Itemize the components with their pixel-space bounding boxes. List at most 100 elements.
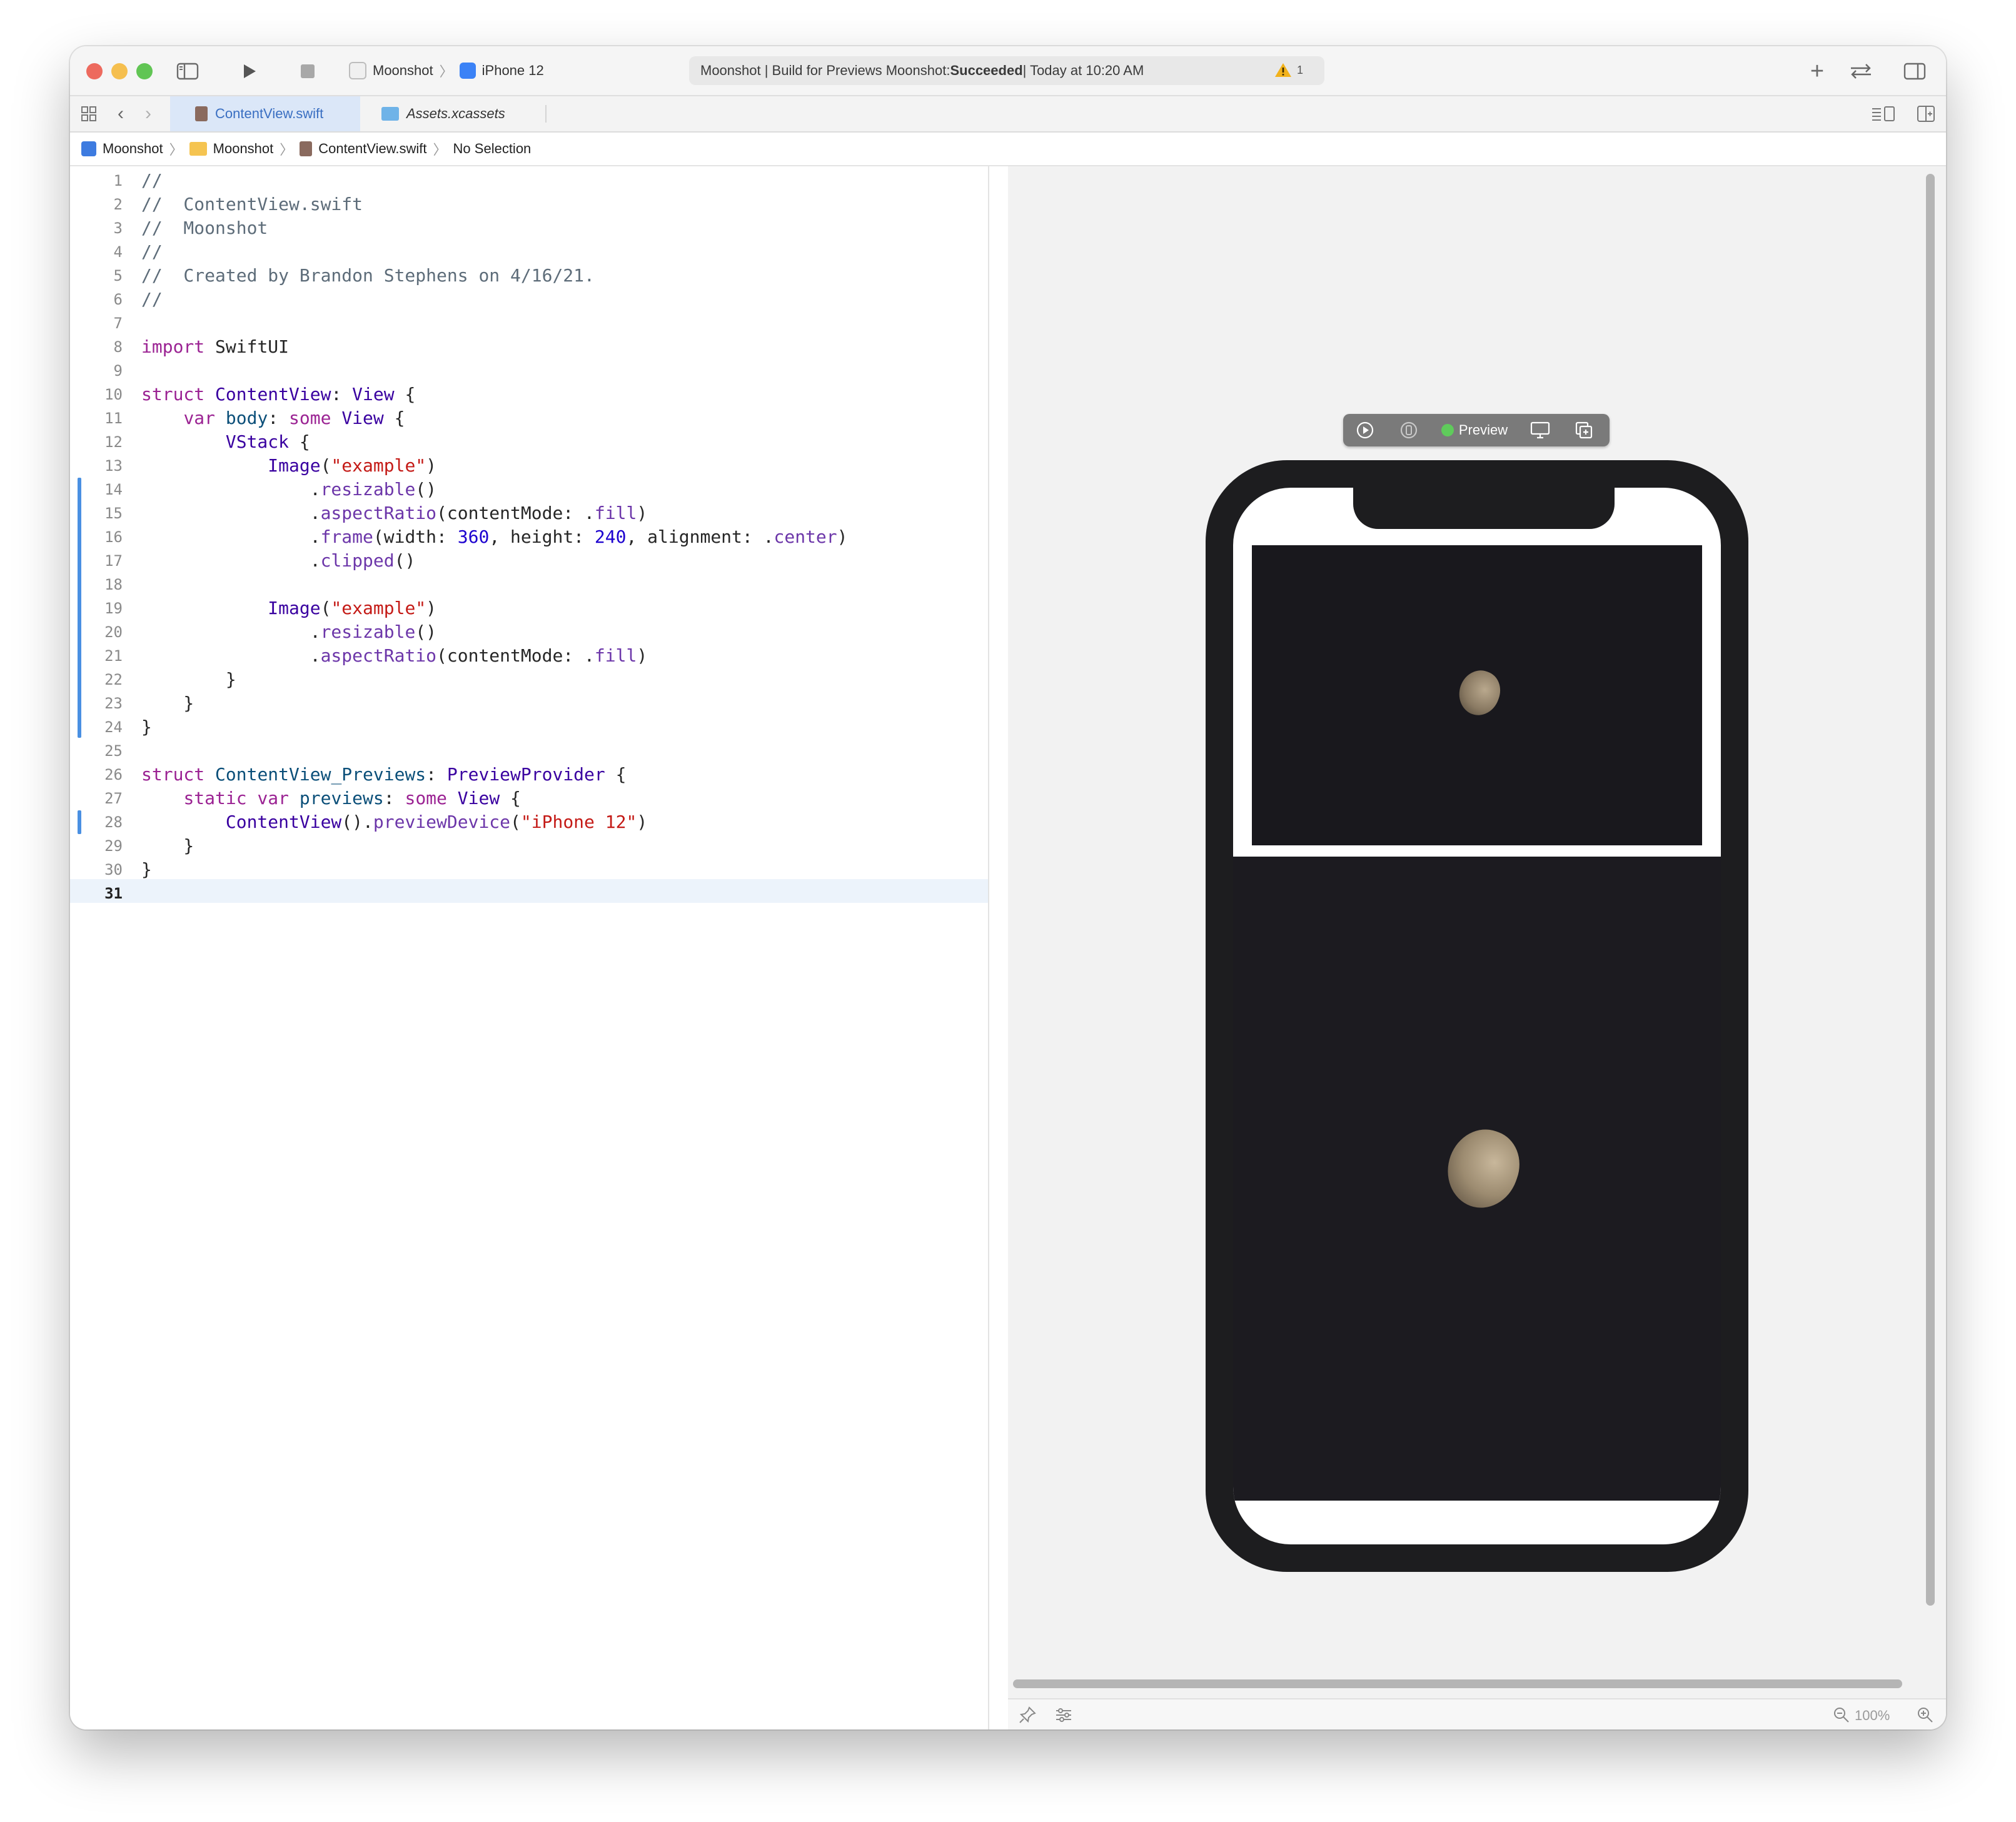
line-number: 10 (104, 386, 123, 403)
code-line[interactable]: 24} (70, 715, 988, 739)
vertical-scrollbar[interactable] (1926, 174, 1935, 1606)
add-icon[interactable]: + (1805, 58, 1830, 84)
code-line[interactable]: 30} (70, 858, 988, 882)
line-number: 21 (104, 647, 123, 665)
code-line[interactable]: 10 struct ContentView: View { (70, 383, 988, 406)
code-text: .resizable() (141, 479, 437, 500)
fill-moon-image (1233, 857, 1721, 1501)
zoom-level[interactable]: 100% (1855, 1708, 1890, 1724)
warning-count: 1 (1297, 64, 1304, 76)
back-icon[interactable]: ‹ (111, 103, 130, 125)
code-line[interactable]: 18 (70, 573, 988, 596)
preview-canvas[interactable]: Preview 100% (1008, 166, 1946, 1729)
code-line[interactable]: 22 } (70, 668, 988, 692)
zoom-out-icon[interactable] (1832, 1706, 1851, 1728)
minimize-window-button[interactable] (111, 63, 128, 79)
moon-image (1453, 665, 1506, 721)
code-text: // (141, 289, 163, 310)
zoom-window-button[interactable] (136, 63, 153, 79)
source-editor[interactable]: 1//2// ContentView.swift 3// Moonshot 4//5… (70, 166, 989, 1729)
add-editor-icon[interactable] (1915, 104, 1937, 124)
code-review-icon[interactable] (1845, 59, 1877, 84)
code-line[interactable]: 8 import SwiftUI (70, 335, 988, 359)
code-line[interactable]: 27 static var previews: some View { (70, 787, 988, 810)
warning-icon[interactable] (1274, 62, 1292, 82)
breadcrumb-selection[interactable]: No Selection (453, 141, 532, 157)
code-text: } (141, 835, 194, 856)
code-line[interactable]: 31 (70, 882, 988, 905)
close-window-button[interactable] (86, 63, 103, 79)
line-number: 3 (113, 219, 123, 237)
adjust-icon[interactable] (1054, 1706, 1073, 1728)
duplicate-preview-icon[interactable] (1562, 420, 1606, 440)
code-line[interactable]: 21 .aspectRatio(contentMode: .fill) (70, 644, 988, 668)
code-line[interactable]: 12 VStack { (70, 430, 988, 454)
code-text: } (141, 693, 194, 713)
status-time: | Today at 10:20 AM (1022, 63, 1144, 78)
code-line[interactable]: 19 Image("example") (70, 596, 988, 620)
code-line[interactable]: 25 (70, 739, 988, 763)
breadcrumb-project[interactable]: Moonshot (103, 141, 163, 157)
scheme-project: Moonshot (373, 63, 433, 78)
code-line[interactable]: 26 struct ContentView_Previews: PreviewPr… (70, 763, 988, 787)
horizontal-scrollbar[interactable] (1013, 1679, 1902, 1688)
breadcrumb-group[interactable]: Moonshot (213, 141, 274, 157)
code-line[interactable]: 5 // Created by Brandon Stephens on 4/16/… (70, 264, 988, 288)
chevron-right-icon: 〉 (169, 142, 183, 158)
canvas-bottom-bar: 100% (1008, 1698, 1946, 1729)
code-line[interactable]: 1 // (70, 169, 988, 193)
tab-assets-xcassets[interactable]: Assets.xcassets (356, 96, 562, 131)
code-line[interactable]: 23 } (70, 692, 988, 715)
code-text: struct ContentView: View { (141, 384, 416, 405)
tab-contentview-swift[interactable]: ContentView.swift (170, 96, 360, 131)
line-number: 6 (113, 291, 123, 308)
status-result: Succeeded (950, 63, 1023, 78)
code-line[interactable]: 20 .resizable() (70, 620, 988, 644)
code-line[interactable]: 28 ContentView().previewDevice("iPhone 1… (70, 810, 988, 834)
line-number: 27 (104, 790, 123, 807)
editor-options-icon[interactable] (1870, 104, 1897, 124)
code-line[interactable]: 4 // (70, 240, 988, 264)
code-line[interactable]: 29 } (70, 834, 988, 858)
scheme-selector[interactable]: Moonshot 〉 iPhone 12 (343, 58, 550, 84)
device-notch (1353, 488, 1615, 529)
preview-toolbar: Preview (1343, 414, 1610, 446)
code-line[interactable]: 13 Image("example") (70, 454, 988, 478)
code-line[interactable]: 17 .clipped() (70, 549, 988, 573)
zoom-in-icon[interactable] (1916, 1706, 1935, 1728)
inspect-preview-icon[interactable] (1518, 421, 1562, 440)
live-preview-icon[interactable] (1343, 420, 1387, 440)
breadcrumb-file[interactable]: ContentView.swift (318, 141, 426, 157)
code-line[interactable]: 16 .frame(width: 360, height: 240, align… (70, 525, 988, 549)
line-number: 30 (104, 861, 123, 878)
line-number: 19 (104, 600, 123, 617)
code-line[interactable]: 15 .aspectRatio(contentMode: .fill) (70, 501, 988, 525)
tab-divider (545, 105, 547, 123)
forward-icon[interactable]: › (139, 103, 158, 125)
run-icon[interactable] (236, 59, 261, 84)
code-line[interactable]: 6 // (70, 288, 988, 311)
navigator-toggle-icon[interactable] (175, 60, 200, 83)
code-line[interactable]: 11 var body: some View { (70, 406, 988, 430)
code-text: // (141, 241, 163, 262)
xcode-window: Moonshot 〉 iPhone 12 Moonshot | Build fo… (70, 46, 1946, 1729)
related-items-icon[interactable] (79, 104, 99, 124)
code-text: // ContentView.swift (141, 194, 363, 214)
code-text: } (141, 859, 152, 880)
inspector-toggle-icon[interactable] (1902, 60, 1927, 83)
code-line[interactable]: 14 .resizable() (70, 478, 988, 501)
line-number: 29 (104, 837, 123, 855)
line-number: 20 (104, 623, 123, 641)
code-line[interactable]: 7 (70, 311, 988, 335)
code-line[interactable]: 3 // Moonshot (70, 216, 988, 240)
folder-icon (189, 142, 207, 156)
code-line[interactable]: 9 (70, 359, 988, 383)
code-text: .resizable() (141, 622, 437, 642)
pin-icon[interactable] (1018, 1706, 1037, 1728)
status-dot-icon (1441, 424, 1454, 436)
stop-icon[interactable] (295, 60, 320, 83)
iphone-preview-device (1206, 460, 1748, 1572)
device-preview-icon[interactable] (1387, 420, 1431, 440)
code-line[interactable]: 2 // ContentView.swift (70, 193, 988, 216)
line-number: 17 (104, 552, 123, 570)
